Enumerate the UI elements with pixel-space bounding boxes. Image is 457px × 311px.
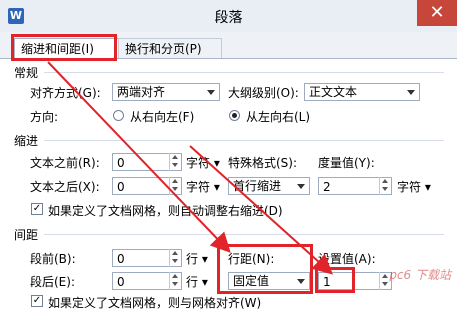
annotation-arrows xyxy=(47,61,333,275)
pc6-watermark: pc6 下载站 xyxy=(389,268,451,282)
arrow-to-setting-value xyxy=(189,145,333,275)
